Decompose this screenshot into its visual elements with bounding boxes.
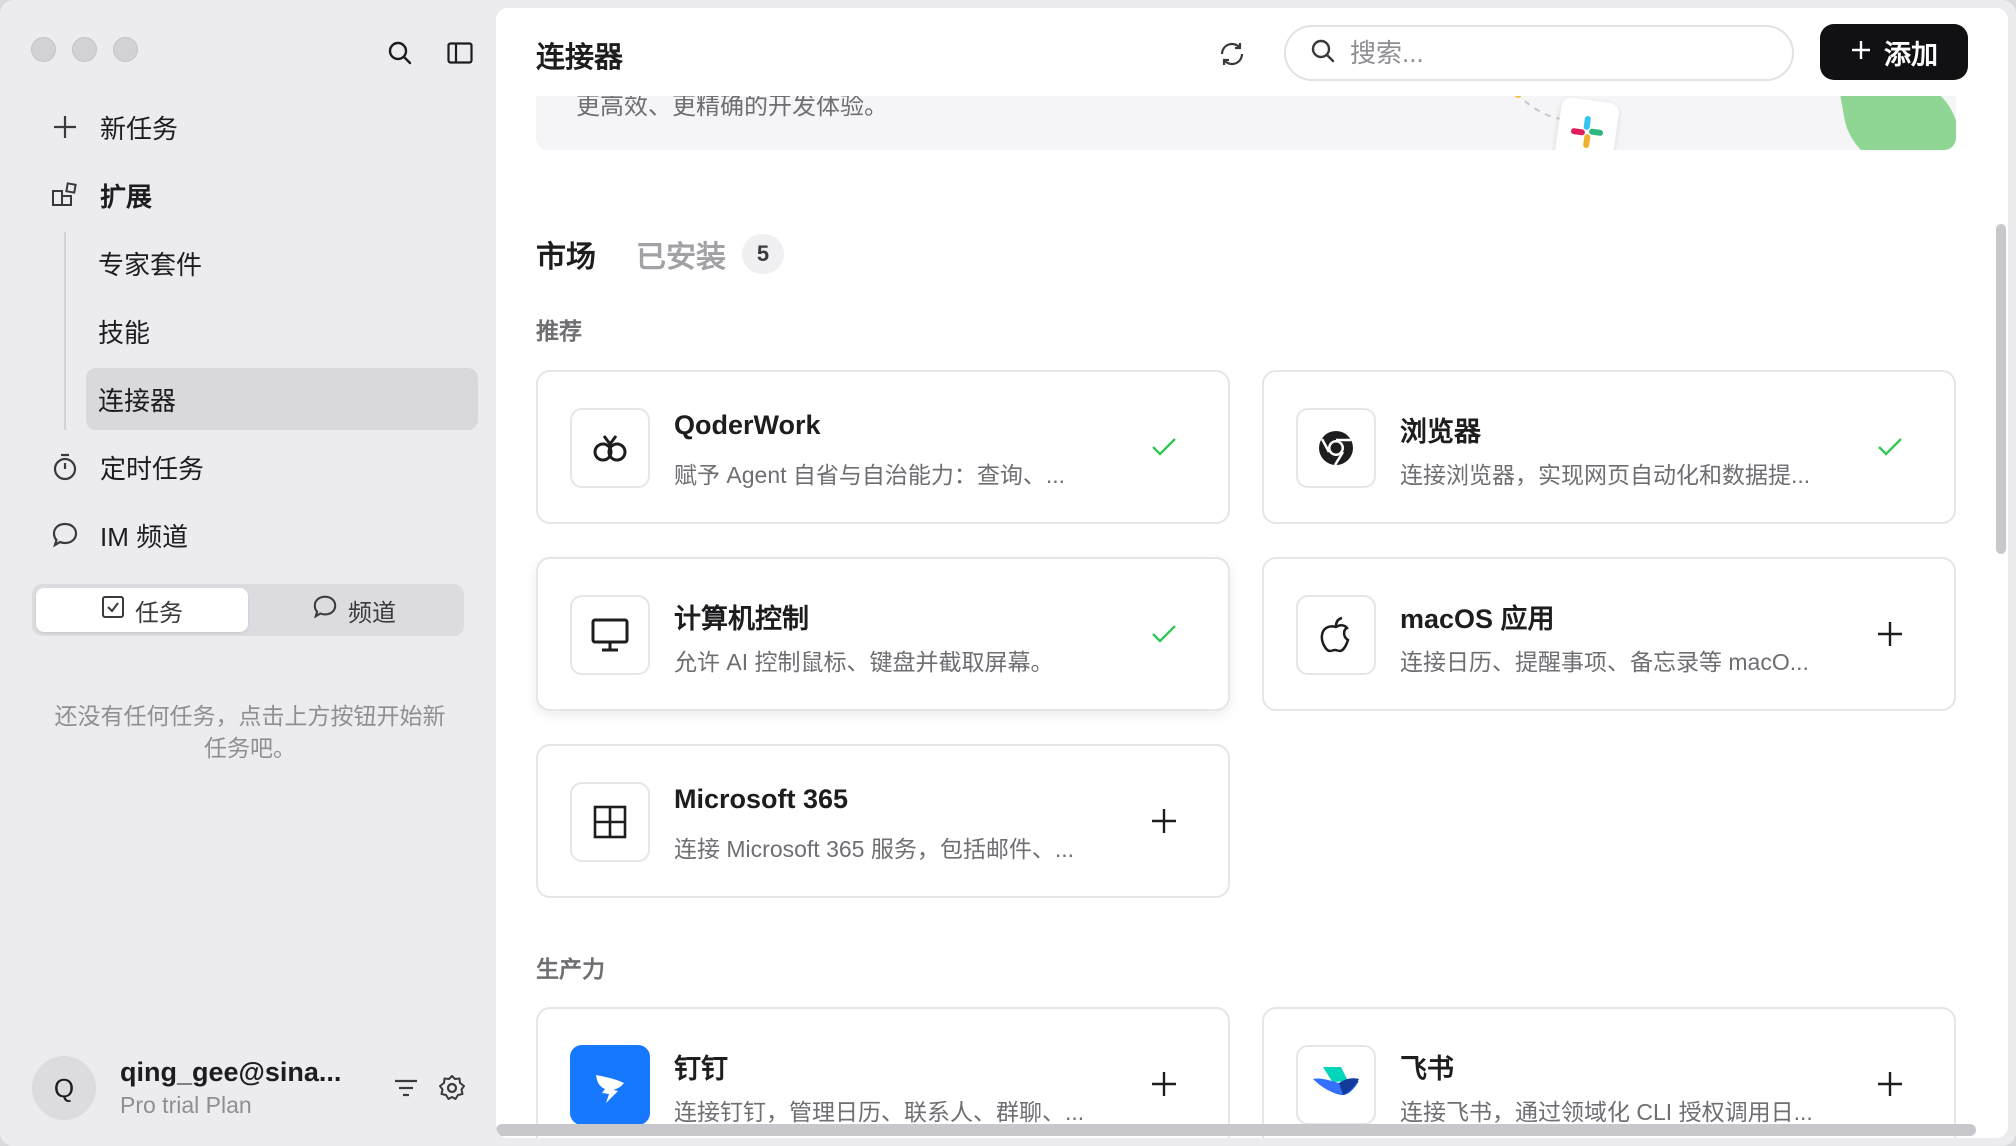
monitor-icon [570, 595, 650, 675]
connector-description: 赋予 Agent 自省与自治能力：查询、... [674, 462, 1066, 488]
add-button-label: 添加 [1884, 39, 1938, 70]
dingtalk-logo-icon [570, 1045, 650, 1125]
add-connector-icon[interactable] [1872, 616, 1908, 652]
search-icon [1310, 38, 1336, 69]
connector-name: QoderWork [674, 410, 821, 440]
connector-card-computer-control[interactable]: 计算机控制 允许 AI 控制鼠标、键盘并截取屏幕。 [536, 557, 1230, 711]
timer-icon [50, 452, 80, 482]
connector-name: macOS 应用 [1400, 604, 1555, 634]
sidebar-item-label: 专家套件 [98, 249, 203, 280]
tab-market[interactable]: 市场 [536, 232, 596, 276]
connector-card-microsoft-365[interactable]: Microsoft 365 连接 Microsoft 365 服务，包括邮件、.… [536, 744, 1230, 898]
user-info[interactable]: qing_gee@sina... Pro trial Plan [120, 1057, 370, 1119]
chrome-logo-icon [1296, 408, 1376, 488]
segment-label: 任务 [135, 599, 183, 627]
sidebar-item-connectors[interactable]: 连接器 [86, 368, 478, 430]
sidebar-item-scheduled-tasks[interactable]: 定时任务 [32, 436, 480, 498]
vertical-scrollbar[interactable] [1996, 224, 2006, 554]
close-window-button[interactable] [31, 37, 56, 62]
connector-description: 连接日历、提醒事项、备忘录等 macO... [1400, 649, 1809, 675]
window-controls [31, 37, 138, 62]
sidebar-item-label: 连接器 [98, 385, 177, 416]
qoderwork-logo-icon [570, 408, 650, 488]
add-connector-icon[interactable] [1146, 803, 1182, 839]
connector-card-qoderwork[interactable]: QoderWork 赋予 Agent 自省与自治能力：查询、... [536, 370, 1230, 524]
connector-name: Microsoft 365 [674, 784, 849, 814]
sidebar-item-extensions[interactable]: 扩展 [32, 164, 480, 226]
installed-count-badge: 5 [742, 234, 784, 274]
sidebar-item-skills[interactable]: 技能 [86, 300, 478, 362]
sidebar-item-expert-kits[interactable]: 专家套件 [86, 232, 478, 294]
connector-description: 连接浏览器，实现网页自动化和数据提... [1400, 462, 1811, 488]
connector-description: 连接钉钉，管理日历、联系人、群聊、... [674, 1099, 1085, 1125]
sidebar-item-label: 新任务 [100, 113, 179, 144]
connector-name: 飞书 [1400, 1054, 1454, 1084]
app-window: 新任务 扩展 专家套件 技能 连接器 定时任务 IM 频道 任务 频道 还没有任… [0, 0, 2016, 1146]
installed-check-icon [1146, 429, 1182, 465]
microsoft-grid-icon [570, 782, 650, 862]
gear-icon[interactable] [436, 1072, 468, 1104]
connector-description: 连接飞书，通过领域化 CLI 授权调用日... [1400, 1099, 1813, 1125]
connector-description: 连接 Microsoft 365 服务，包括邮件、... [674, 836, 1075, 862]
sidebar-item-label: 扩展 [100, 181, 153, 212]
sidebar-nav: 新任务 扩展 专家套件 技能 连接器 定时任务 IM 频道 [32, 96, 480, 572]
segment-channels[interactable]: 频道 [248, 588, 460, 632]
plus-icon [1850, 37, 1872, 68]
search-input[interactable] [1350, 37, 1770, 69]
add-connector-icon[interactable] [1872, 1066, 1908, 1102]
sidebar-toggle-icon[interactable] [445, 38, 475, 68]
feishu-logo-icon [1296, 1045, 1376, 1125]
tab-installed[interactable]: 已安装 [636, 232, 726, 276]
refresh-icon[interactable] [1214, 36, 1250, 72]
sidebar-item-label: 技能 [98, 317, 151, 348]
add-connector-icon[interactable] [1146, 1066, 1182, 1102]
search-box [1284, 25, 1794, 81]
horizontal-scrollbar[interactable] [496, 1124, 1976, 1136]
user-name: qing_gee@sina... [120, 1057, 342, 1087]
connector-card-browser[interactable]: 浏览器 连接浏览器，实现网页自动化和数据提... [1262, 370, 1956, 524]
connector-tabs: 市场 已安装 5 [536, 232, 784, 276]
chat-bubble-icon [50, 520, 80, 550]
chat-bubble-icon [312, 594, 338, 627]
user-plan: Pro trial Plan [120, 1092, 252, 1118]
zoom-window-button[interactable] [113, 37, 138, 62]
connector-card-dingtalk[interactable]: 钉钉 连接钉钉，管理日历、联系人、群聊、... [536, 1007, 1230, 1138]
connector-name: 浏览器 [1400, 417, 1481, 447]
plus-icon [50, 112, 80, 142]
sidebar-item-im-channels[interactable]: IM 频道 [32, 504, 480, 566]
connector-card-feishu[interactable]: 飞书 连接飞书，通过领域化 CLI 授权调用日... [1262, 1007, 1956, 1138]
task-channel-switch: 任务 频道 [32, 584, 464, 636]
top-bar: 连接器 添加 [496, 8, 2008, 96]
apple-logo-icon [1296, 595, 1376, 675]
section-productivity: 生产力 [536, 956, 605, 982]
sidebar-item-new-task[interactable]: 新任务 [32, 96, 480, 158]
slack-logo-icon [1553, 96, 1621, 150]
connector-name: 钉钉 [674, 1054, 728, 1084]
page-title: 连接器 [536, 42, 624, 74]
user-profile: Q qing_gee@sina... Pro trial Plan [32, 1054, 480, 1122]
connector-card-macos-apps[interactable]: macOS 应用 连接日历、提醒事项、备忘录等 macO... [1262, 557, 1956, 711]
installed-check-icon [1146, 616, 1182, 652]
checkbox-icon [101, 595, 125, 626]
extensions-submenu: 专家套件 技能 连接器 [64, 232, 480, 430]
section-recommended: 推荐 [536, 318, 582, 344]
avatar[interactable]: Q [32, 1056, 96, 1120]
main-panel: 连接器 添加 更高效、更精确的开发体验。 [496, 8, 2008, 1138]
sidebar-item-label: IM 频道 [100, 521, 189, 552]
connector-name: 计算机控制 [674, 604, 809, 634]
sidebar-item-label: 定时任务 [100, 453, 205, 484]
extension-icon [50, 180, 80, 210]
filter-icon[interactable] [390, 1072, 422, 1104]
search-icon[interactable] [385, 38, 415, 68]
sidebar: 新任务 扩展 专家套件 技能 连接器 定时任务 IM 频道 任务 频道 还没有任… [0, 0, 496, 1146]
installed-check-icon [1872, 429, 1908, 465]
connector-description: 允许 AI 控制鼠标、键盘并截取屏幕。 [674, 649, 1054, 675]
segment-label: 频道 [348, 599, 396, 627]
segment-tasks[interactable]: 任务 [36, 588, 248, 632]
minimize-window-button[interactable] [72, 37, 97, 62]
empty-tasks-message: 还没有任何任务，点击上方按钮开始新任务吧。 [54, 703, 446, 761]
add-connector-button[interactable]: 添加 [1820, 24, 1968, 80]
